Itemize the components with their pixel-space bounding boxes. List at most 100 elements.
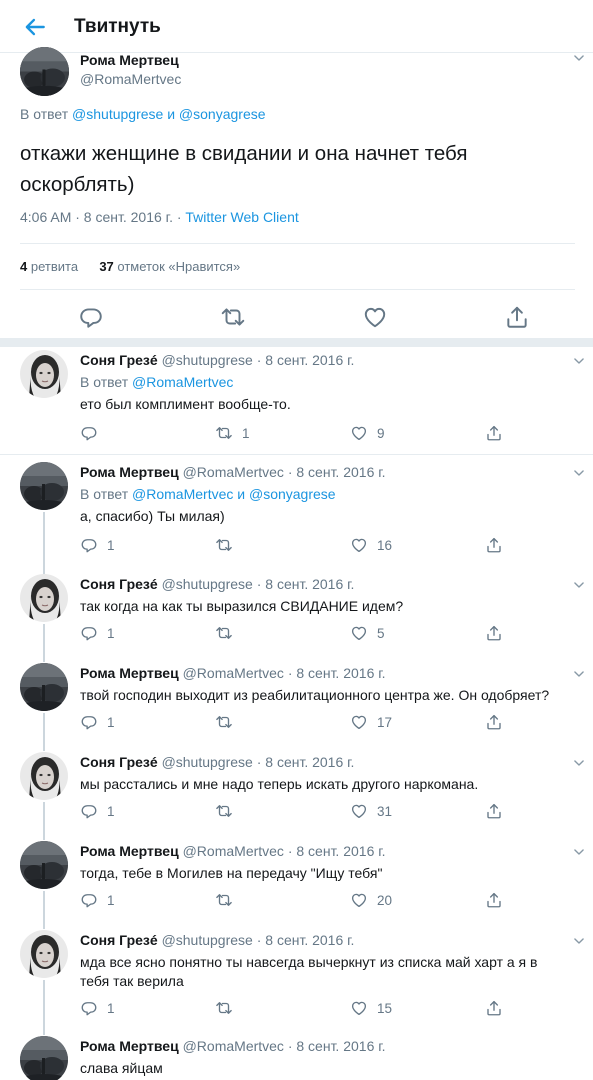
retweets-stat[interactable]: 4 ретвита <box>20 259 78 274</box>
retweet-button[interactable] <box>215 623 242 643</box>
tweet-text: а, спасибо) Ты милая) <box>80 508 225 524</box>
author-name[interactable]: Рома Мертвец <box>80 464 179 480</box>
avatar[interactable] <box>20 841 68 889</box>
tweet-text: слава яйцам <box>80 1060 163 1076</box>
author-handle[interactable]: @shutupgrese · 8 сент. 2016 г. <box>162 576 355 592</box>
author-name[interactable]: Соня Грезé <box>80 754 158 770</box>
reply-user-link[interactable]: @RomaMertvec <box>132 486 233 502</box>
reply-button[interactable]: 1 <box>80 998 115 1018</box>
author-handle[interactable]: @shutupgrese · 8 сент. 2016 г. <box>162 754 355 770</box>
author-name[interactable]: Соня Грезé <box>80 352 158 368</box>
retweet-button[interactable] <box>215 890 242 910</box>
chevron-down-icon[interactable] <box>572 354 586 368</box>
avatar[interactable] <box>20 574 68 622</box>
tweet-time[interactable]: 4:06 AM · 8 сент. 2016 г. · <box>20 209 185 225</box>
tweet-actions: 1 5 <box>80 623 580 643</box>
retweet-icon[interactable] <box>220 304 246 330</box>
retweet-icon <box>215 891 233 909</box>
author-name[interactable]: Рома Мертвец <box>80 1038 179 1054</box>
author-handle[interactable]: @shutupgrese · 8 сент. 2016 г. <box>162 352 355 368</box>
like-button[interactable]: 15 <box>350 998 392 1018</box>
author-handle[interactable]: @shutupgrese · 8 сент. 2016 г. <box>162 932 355 948</box>
reply-icon <box>80 891 98 909</box>
reply-button[interactable]: 1 <box>80 890 115 910</box>
retweet-button[interactable] <box>215 535 242 555</box>
author-name[interactable]: Рома Мертвец <box>80 665 179 681</box>
retweet-button[interactable]: 1 <box>215 423 250 443</box>
share-button[interactable] <box>485 535 512 555</box>
avatar[interactable] <box>20 47 69 96</box>
reply-button[interactable] <box>80 423 107 443</box>
tweet-actions: 1 15 <box>80 998 580 1018</box>
reply-user-link[interactable]: @RomaMertvec <box>132 374 233 390</box>
author-handle[interactable]: @RomaMertvec · 8 сент. 2016 г. <box>183 1038 386 1054</box>
tweet-meta: 4:06 AM · 8 сент. 2016 г. · Twitter Web … <box>20 209 299 225</box>
reply-button[interactable]: 1 <box>80 712 115 732</box>
share-button[interactable] <box>485 423 512 443</box>
like-button[interactable]: 9 <box>350 423 385 443</box>
reply-context: В ответ @shutupgrese и @sonyagrese <box>20 106 266 122</box>
share-button[interactable] <box>485 801 512 821</box>
thread-line <box>43 512 45 574</box>
reply-user-link[interactable]: @sonyagrese <box>249 486 336 502</box>
reply-user-link[interactable]: @sonyagrese <box>179 106 266 122</box>
chevron-down-icon[interactable] <box>572 466 586 480</box>
like-button[interactable]: 16 <box>350 535 392 555</box>
reply-icon[interactable] <box>78 304 104 330</box>
chevron-down-icon[interactable] <box>572 845 586 859</box>
like-button[interactable]: 17 <box>350 712 392 732</box>
reply-header: Соня Грезé @shutupgrese · 8 сент. 2016 г… <box>80 576 354 592</box>
avatar[interactable] <box>20 930 68 978</box>
chevron-down-icon[interactable] <box>572 667 586 681</box>
author-handle[interactable]: @RomaMertvec · 8 сент. 2016 г. <box>183 665 386 681</box>
like-icon <box>350 713 368 731</box>
chevron-down-icon[interactable] <box>572 578 586 592</box>
reply-prefix: В ответ <box>20 106 69 122</box>
reply-header: Соня Грезé @shutupgrese · 8 сент. 2016 г… <box>80 932 354 948</box>
author-name[interactable]: Рома Мертвец <box>80 52 179 68</box>
avatar[interactable] <box>20 663 68 711</box>
share-button[interactable] <box>485 712 512 732</box>
author-handle[interactable]: @RomaMertvec · 8 сент. 2016 г. <box>183 464 386 480</box>
share-button[interactable] <box>485 890 512 910</box>
reply-user-link[interactable]: @shutupgrese <box>72 106 163 122</box>
retweet-button[interactable] <box>215 998 242 1018</box>
chevron-down-icon[interactable] <box>572 51 586 65</box>
reply-icon <box>80 999 98 1017</box>
author-handle[interactable]: @RomaMertvec <box>80 71 181 87</box>
author-name[interactable]: Рома Мертвец <box>80 843 179 859</box>
reply-header: Рома Мертвец @RomaMertvec · 8 сент. 2016… <box>80 843 386 859</box>
reply-button[interactable]: 1 <box>80 623 115 643</box>
share-icon[interactable] <box>504 304 530 330</box>
avatar[interactable] <box>20 1036 68 1080</box>
author-handle[interactable]: @RomaMertvec · 8 сент. 2016 г. <box>183 843 386 859</box>
divider <box>20 289 575 290</box>
retweet-button[interactable] <box>215 801 242 821</box>
thread-line <box>43 891 45 929</box>
share-icon <box>485 624 503 642</box>
likes-stat[interactable]: 37 отметок «Нравится» <box>99 259 240 274</box>
like-icon[interactable] <box>362 304 388 330</box>
retweet-button[interactable] <box>215 712 242 732</box>
chevron-down-icon[interactable] <box>572 934 586 948</box>
avatar[interactable] <box>20 350 68 398</box>
avatar[interactable] <box>20 752 68 800</box>
tweet-text: ето был комплимент вообще-то. <box>80 396 291 412</box>
share-icon <box>485 999 503 1017</box>
like-button[interactable]: 20 <box>350 890 392 910</box>
back-arrow-icon[interactable] <box>22 14 48 40</box>
share-icon <box>485 424 503 442</box>
chevron-down-icon[interactable] <box>572 756 586 770</box>
author-name[interactable]: Соня Грезé <box>80 932 158 948</box>
share-button[interactable] <box>485 998 512 1018</box>
reply-button[interactable]: 1 <box>80 801 115 821</box>
like-button[interactable]: 31 <box>350 801 392 821</box>
share-button[interactable] <box>485 623 512 643</box>
client-link[interactable]: Twitter Web Client <box>185 209 298 225</box>
share-icon <box>485 802 503 820</box>
author-name[interactable]: Соня Грезé <box>80 576 158 592</box>
avatar[interactable] <box>20 462 68 510</box>
like-button[interactable]: 5 <box>350 623 385 643</box>
retweet-icon <box>215 999 233 1017</box>
reply-button[interactable]: 1 <box>80 535 115 555</box>
